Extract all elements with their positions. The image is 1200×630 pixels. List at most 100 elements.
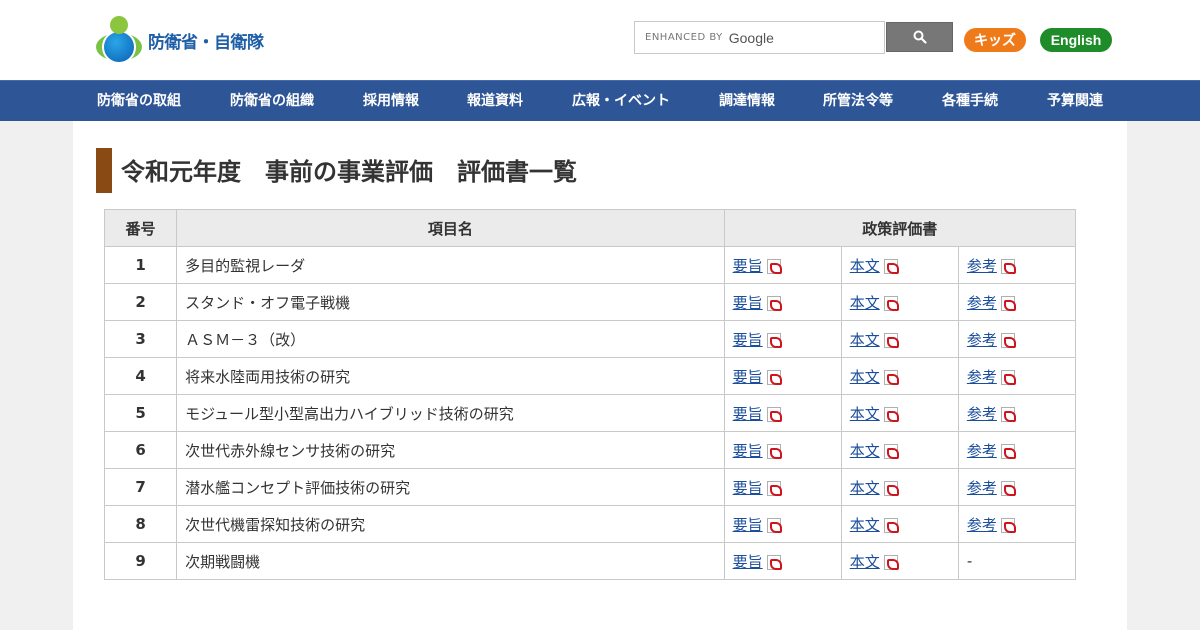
doc-link-main-text[interactable]: 本文 [850, 294, 880, 312]
table-row: 2 スタンド・オフ電子戦機 要旨 本文 参考 [103, 283, 1077, 321]
pdf-icon [1000, 295, 1016, 311]
row-item-name: 次世代機雷探知技術の研究 [176, 505, 725, 543]
doc-cell-summary: 要旨 [723, 357, 842, 395]
doc-link-reference[interactable]: 参考 [967, 405, 997, 423]
doc-cell-main-text: 本文 [840, 283, 959, 321]
nav-item-initiatives[interactable]: 防衛省の取組 [97, 81, 181, 122]
doc-link-summary[interactable]: 要旨 [733, 479, 763, 497]
nav-item-procurement[interactable]: 調達情報 [719, 81, 775, 122]
doc-link-main-text[interactable]: 本文 [850, 516, 880, 534]
table-row: 6 次世代赤外線センサ技術の研究 要旨 本文 参考 [103, 431, 1077, 469]
doc-link-reference[interactable]: 参考 [967, 442, 997, 460]
row-item-name: ＡＳＭ－３（改） [176, 320, 725, 358]
doc-link-summary[interactable]: 要旨 [733, 516, 763, 534]
row-item-name: モジュール型小型高出力ハイブリッド技術の研究 [176, 394, 725, 432]
doc-cell-summary: 要旨 [723, 505, 842, 543]
doc-link-reference[interactable]: 参考 [967, 257, 997, 275]
table-row: 3 ＡＳＭ－３（改） 要旨 本文 参考 [103, 320, 1077, 358]
pdf-icon [883, 295, 899, 311]
row-number: 5 [103, 394, 178, 432]
doc-link-summary[interactable]: 要旨 [733, 405, 763, 423]
doc-link-reference[interactable]: 参考 [967, 368, 997, 386]
doc-cell-summary: 要旨 [723, 468, 842, 506]
row-number: 8 [103, 505, 178, 543]
doc-link-reference[interactable]: 参考 [967, 294, 997, 312]
table-row: 5 モジュール型小型高出力ハイブリッド技術の研究 要旨 本文 参考 [103, 394, 1077, 432]
row-item-name: 次期戦闘機 [176, 542, 725, 580]
pdf-icon [1000, 369, 1016, 385]
row-item-name: スタンド・オフ電子戦機 [176, 283, 725, 321]
doc-empty-mark: - [966, 552, 973, 570]
logo-text: 防衛省・自衛隊 [148, 32, 264, 53]
table-row: 4 将来水陸両用技術の研究 要旨 本文 参考 [103, 357, 1077, 395]
header-item-name: 項目名 [176, 209, 725, 247]
nav-item-press[interactable]: 報道資料 [467, 81, 523, 122]
doc-cell-main-text: 本文 [840, 431, 959, 469]
table-header-row: 番号 項目名 政策評価書 [103, 209, 1077, 247]
doc-link-reference[interactable]: 参考 [967, 479, 997, 497]
doc-link-summary[interactable]: 要旨 [733, 331, 763, 349]
doc-cell-main-text: 本文 [840, 246, 959, 284]
pdf-icon [1000, 406, 1016, 422]
pdf-icon [766, 517, 782, 533]
row-number: 3 [103, 320, 178, 358]
pdf-icon [766, 406, 782, 422]
doc-link-summary[interactable]: 要旨 [733, 442, 763, 460]
main-content: 令和元年度 事前の事業評価 評価書一覧 番号 項目名 政策評価書 1 多目的監視レ… [73, 121, 1127, 630]
doc-cell-summary: 要旨 [723, 394, 842, 432]
row-number: 2 [103, 283, 178, 321]
nav-item-procedures[interactable]: 各種手続 [942, 81, 998, 122]
row-number: 9 [103, 542, 178, 580]
search-input[interactable]: ENHANCED BY Google [634, 21, 885, 54]
doc-cell-reference: 参考 [957, 468, 1077, 506]
doc-cell-main-text: 本文 [840, 357, 959, 395]
row-item-name: 多目的監視レーダ [176, 246, 725, 284]
pdf-icon [766, 443, 782, 459]
pdf-icon [883, 480, 899, 496]
doc-link-main-text[interactable]: 本文 [850, 257, 880, 275]
row-number: 4 [103, 357, 178, 395]
pdf-icon [1000, 332, 1016, 348]
nav-item-laws[interactable]: 所管法令等 [823, 81, 893, 122]
site-logo[interactable]: 防衛省・自衛隊 [94, 16, 264, 64]
doc-cell-empty: - [957, 542, 1077, 580]
doc-cell-main-text: 本文 [840, 505, 959, 543]
row-number: 6 [103, 431, 178, 469]
pdf-icon [766, 258, 782, 274]
nav-item-pr-events[interactable]: 広報・イベント [572, 81, 670, 122]
doc-link-main-text[interactable]: 本文 [850, 331, 880, 349]
doc-link-summary[interactable]: 要旨 [733, 368, 763, 386]
pdf-icon [766, 554, 782, 570]
nav-item-budget[interactable]: 予算関連 [1047, 81, 1103, 122]
search-button[interactable] [886, 22, 953, 52]
doc-cell-summary: 要旨 [723, 320, 842, 358]
pdf-icon [766, 332, 782, 348]
doc-cell-summary: 要旨 [723, 542, 842, 580]
doc-link-main-text[interactable]: 本文 [850, 405, 880, 423]
pdf-icon [883, 443, 899, 459]
doc-link-summary[interactable]: 要旨 [733, 553, 763, 571]
doc-link-main-text[interactable]: 本文 [850, 368, 880, 386]
global-nav: 防衛省の取組 防衛省の組織 採用情報 報道資料 広報・イベント 調達情報 所管法… [0, 80, 1200, 121]
nav-item-organization[interactable]: 防衛省の組織 [230, 81, 314, 122]
doc-cell-main-text: 本文 [840, 542, 959, 580]
evaluation-table: 番号 項目名 政策評価書 1 多目的監視レーダ 要旨 本文 参考 2 スタンド・オフ電子戦機… [103, 209, 1077, 580]
doc-link-summary[interactable]: 要旨 [733, 257, 763, 275]
header-number: 番号 [103, 209, 178, 247]
table-row: 9 次期戦闘機 要旨 本文 - [103, 542, 1077, 580]
doc-link-reference[interactable]: 参考 [967, 516, 997, 534]
english-link-button[interactable]: English [1040, 28, 1112, 52]
nav-item-recruitment[interactable]: 採用情報 [363, 81, 419, 122]
doc-link-main-text[interactable]: 本文 [850, 442, 880, 460]
doc-cell-main-text: 本文 [840, 468, 959, 506]
pdf-icon [883, 517, 899, 533]
pdf-icon [1000, 258, 1016, 274]
doc-link-main-text[interactable]: 本文 [850, 479, 880, 497]
kids-link-button[interactable]: キッズ [964, 28, 1026, 52]
doc-cell-main-text: 本文 [840, 394, 959, 432]
doc-link-summary[interactable]: 要旨 [733, 294, 763, 312]
pdf-icon [766, 480, 782, 496]
doc-link-main-text[interactable]: 本文 [850, 553, 880, 571]
doc-link-reference[interactable]: 参考 [967, 331, 997, 349]
pdf-icon [883, 554, 899, 570]
